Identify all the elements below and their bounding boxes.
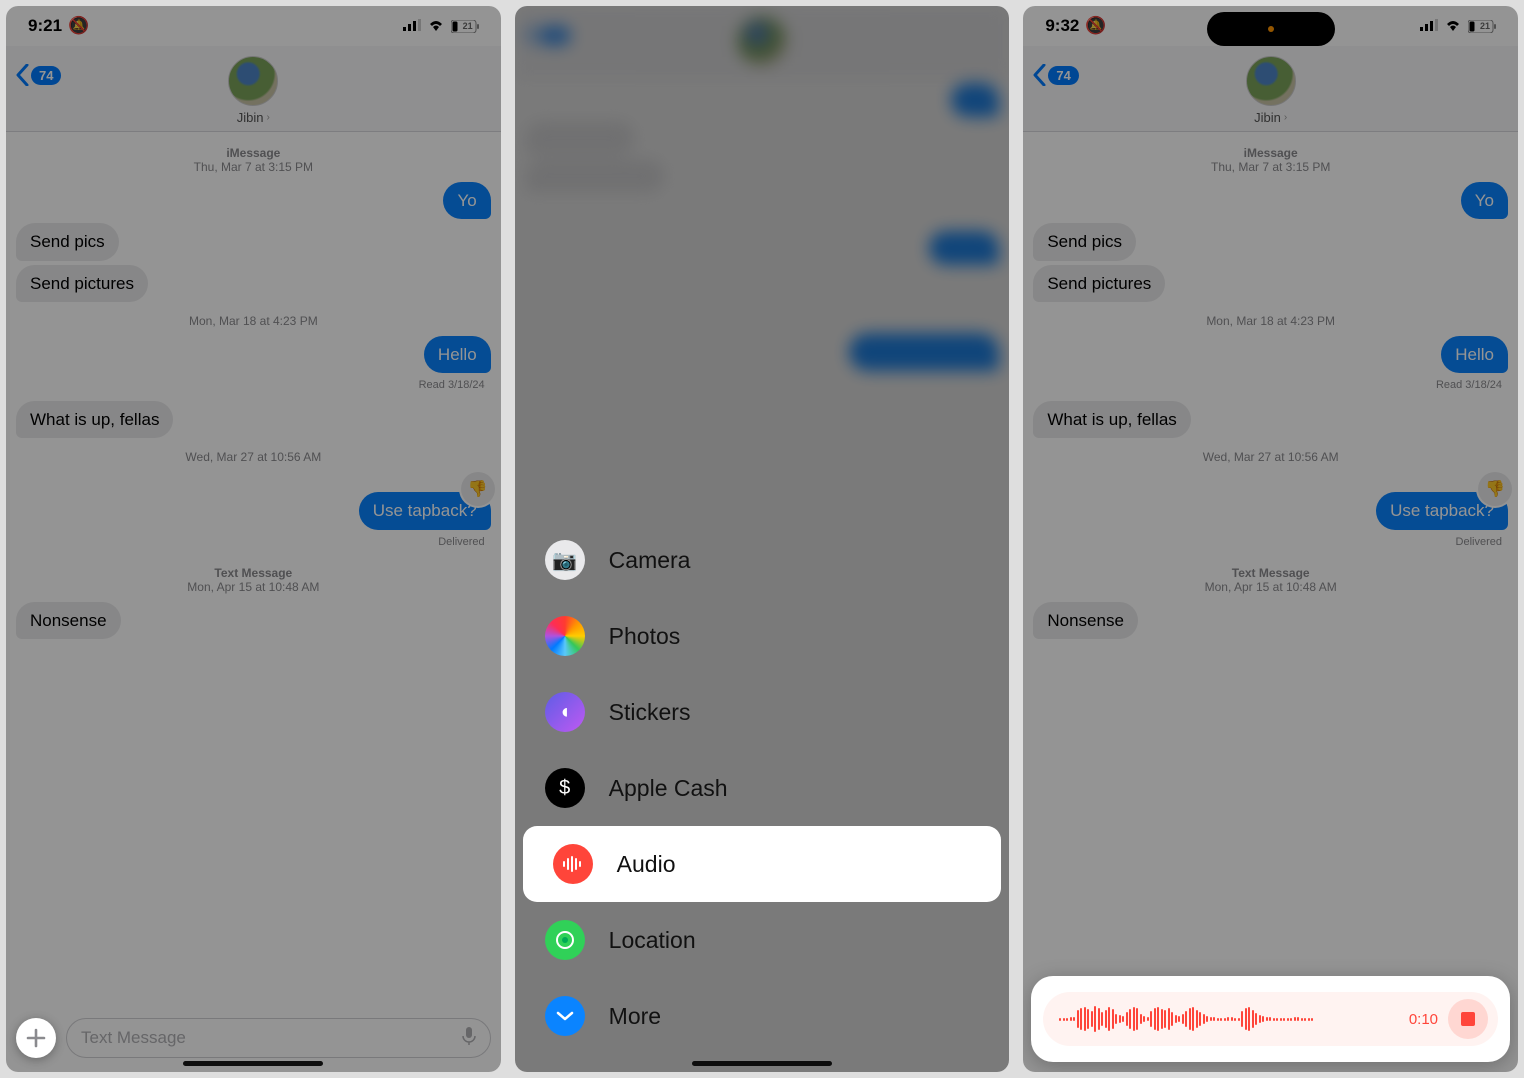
timestamp: Wed, Mar 27 at 10:56 AM bbox=[1033, 450, 1508, 464]
timestamp: Text MessageMon, Apr 15 at 10:48 AM bbox=[16, 566, 491, 594]
menu-label: Apple Cash bbox=[609, 775, 728, 802]
timestamp: Mon, Mar 18 at 4:23 PM bbox=[1033, 314, 1508, 328]
battery-icon: 21 bbox=[1468, 20, 1496, 33]
message-received[interactable]: Send pics bbox=[1033, 223, 1136, 260]
read-receipt: Read 3/18/24 bbox=[16, 379, 485, 391]
timestamp: Text MessageMon, Apr 15 at 10:48 AM bbox=[1033, 566, 1508, 594]
cellular-icon bbox=[403, 16, 421, 36]
tapback-thumbs-down-icon[interactable]: 👎 bbox=[461, 472, 495, 506]
screenshot-1-messages-thread: 9:21 🔕 21 74 Jibin› iMessageThu, Mar 7 a… bbox=[6, 6, 501, 1072]
message-thread[interactable]: iMessageThu, Mar 7 at 3:15 PM Yo Send pi… bbox=[6, 132, 501, 1008]
contact-avatar bbox=[737, 16, 787, 66]
menu-stickers[interactable]: ◖ Stickers bbox=[515, 674, 1010, 750]
message-received[interactable]: Send pictures bbox=[16, 265, 148, 302]
message-received[interactable]: Send pictures bbox=[1033, 265, 1165, 302]
attachment-menu: 📷 Camera Photos ◖ Stickers $ Apple Cash … bbox=[515, 522, 1010, 1072]
screenshot-2-attachment-menu: 74 📷 Camera Photos ◖ Stickers $ Apple Ca… bbox=[515, 6, 1010, 1072]
back-button[interactable]: 74 bbox=[525, 24, 570, 46]
menu-apple-cash[interactable]: $ Apple Cash bbox=[515, 750, 1010, 826]
message-received[interactable]: Send pics bbox=[16, 223, 119, 260]
menu-location[interactable]: Location bbox=[515, 902, 1010, 978]
menu-label: Camera bbox=[609, 547, 691, 574]
silent-icon: 🔕 bbox=[1085, 16, 1106, 36]
location-icon bbox=[545, 920, 585, 960]
home-indicator[interactable] bbox=[183, 1061, 323, 1066]
menu-camera[interactable]: 📷 Camera bbox=[515, 522, 1010, 598]
stickers-icon: ◖ bbox=[545, 692, 585, 732]
unread-badge: 74 bbox=[1048, 66, 1078, 85]
tapback-thumbs-down-icon[interactable]: 👎 bbox=[1478, 472, 1512, 506]
menu-label: Location bbox=[609, 927, 696, 954]
battery-icon: 21 bbox=[451, 20, 479, 33]
menu-label: More bbox=[609, 1003, 661, 1030]
waveform-icon bbox=[1059, 1004, 1398, 1034]
dynamic-island-recording[interactable] bbox=[1207, 12, 1335, 46]
menu-label: Photos bbox=[609, 623, 681, 650]
dictation-icon[interactable] bbox=[462, 1026, 476, 1051]
menu-label: Stickers bbox=[609, 699, 691, 726]
read-receipt: Read 3/18/24 bbox=[1033, 379, 1502, 391]
message-sent[interactable]: Hello bbox=[424, 336, 491, 373]
audio-icon bbox=[553, 844, 593, 884]
stop-icon bbox=[1461, 1012, 1475, 1026]
message-sent[interactable]: Yo bbox=[1461, 182, 1508, 219]
silent-icon: 🔕 bbox=[68, 16, 89, 36]
wifi-icon bbox=[427, 16, 445, 36]
camera-icon: 📷 bbox=[545, 540, 585, 580]
recording-elapsed: 0:10 bbox=[1409, 1011, 1438, 1028]
contact-name[interactable]: Jibin› bbox=[237, 110, 270, 125]
timestamp: Wed, Mar 27 at 10:56 AM bbox=[16, 450, 491, 464]
cellular-icon bbox=[1420, 16, 1438, 36]
back-button[interactable]: 74 bbox=[1033, 64, 1078, 86]
delivered-receipt: Delivered bbox=[1033, 536, 1502, 548]
status-bar: 9:21 🔕 21 bbox=[6, 6, 501, 46]
back-button[interactable]: 74 bbox=[16, 64, 61, 86]
unread-badge: 74 bbox=[31, 66, 61, 85]
contact-avatar[interactable] bbox=[228, 56, 278, 106]
placeholder: Text Message bbox=[81, 1028, 186, 1048]
message-input[interactable]: Text Message bbox=[66, 1018, 491, 1058]
clock: 9:21 bbox=[28, 16, 62, 36]
conversation-header: 74 bbox=[515, 6, 1010, 77]
chevron-down-icon bbox=[545, 996, 585, 1036]
message-sent[interactable]: Hello bbox=[1441, 336, 1508, 373]
delivered-receipt: Delivered bbox=[16, 536, 485, 548]
menu-audio[interactable]: Audio bbox=[523, 826, 1002, 902]
menu-more[interactable]: More bbox=[515, 978, 1010, 1054]
message-sent[interactable]: Yo bbox=[443, 182, 490, 219]
photos-icon bbox=[545, 616, 585, 656]
recording-pill: 0:10 bbox=[1043, 992, 1498, 1046]
timestamp: Mon, Mar 18 at 4:23 PM bbox=[16, 314, 491, 328]
apple-cash-icon: $ bbox=[545, 768, 585, 808]
timestamp: iMessageThu, Mar 7 at 3:15 PM bbox=[1033, 146, 1508, 174]
conversation-header: 74 Jibin› bbox=[1023, 46, 1518, 132]
clock: 9:32 bbox=[1045, 16, 1079, 36]
contact-name[interactable]: Jibin› bbox=[1254, 110, 1287, 125]
message-received[interactable]: What is up, fellas bbox=[16, 401, 173, 438]
message-received[interactable]: Nonsense bbox=[1033, 602, 1138, 639]
message-thread[interactable]: iMessageThu, Mar 7 at 3:15 PM Yo Send pi… bbox=[1023, 132, 1518, 1072]
screenshot-3-recording: 9:32 🔕 21 74 Jibin› iMessageThu, Mar 7 a… bbox=[1023, 6, 1518, 1072]
recording-indicator-icon bbox=[1268, 26, 1274, 32]
attachments-button[interactable] bbox=[16, 1018, 56, 1058]
wifi-icon bbox=[1444, 16, 1462, 36]
contact-avatar[interactable] bbox=[1246, 56, 1296, 106]
timestamp: iMessageThu, Mar 7 at 3:15 PM bbox=[16, 146, 491, 174]
stop-recording-button[interactable] bbox=[1448, 999, 1488, 1039]
audio-recording-panel: 0:10 bbox=[1031, 976, 1510, 1062]
message-received[interactable]: What is up, fellas bbox=[1033, 401, 1190, 438]
menu-label: Audio bbox=[617, 851, 676, 878]
menu-photos[interactable]: Photos bbox=[515, 598, 1010, 674]
message-received[interactable]: Nonsense bbox=[16, 602, 121, 639]
conversation-header: 74 Jibin› bbox=[6, 46, 501, 132]
